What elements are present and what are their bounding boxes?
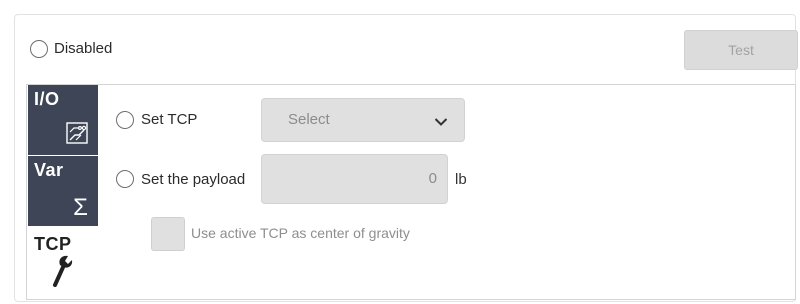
set-payload-radio[interactable] [116, 170, 134, 188]
set-payload-label: Set the payload [141, 171, 246, 188]
tcp-select[interactable]: Select [261, 98, 465, 142]
disabled-radio[interactable] [30, 40, 48, 58]
tab-io[interactable]: I/O [28, 85, 98, 155]
chevron-down-icon [434, 114, 448, 131]
payload-unit: lb [455, 171, 467, 188]
use-active-tcp-label: Use active TCP as center of gravity [191, 225, 410, 241]
tab-var[interactable]: Var Σ [28, 156, 98, 226]
tab-tcp-label: TCP [34, 234, 72, 254]
use-active-tcp-checkbox[interactable] [151, 217, 185, 251]
test-button[interactable]: Test [684, 30, 798, 70]
tab-io-label: I/O [34, 89, 60, 109]
circuit-board-icon [66, 122, 88, 149]
test-button-label: Test [728, 42, 754, 58]
set-tcp-label: Set TCP [141, 111, 198, 128]
disabled-label: Disabled [54, 40, 113, 57]
tab-var-label: Var [34, 160, 64, 180]
set-tcp-radio[interactable] [116, 111, 134, 129]
payload-input[interactable]: 0 [261, 154, 448, 204]
tab-tcp[interactable]: TCP [28, 226, 98, 298]
tcp-select-value: Select [288, 111, 330, 128]
sigma-icon: Σ [73, 194, 88, 221]
wrench-icon [50, 253, 74, 292]
